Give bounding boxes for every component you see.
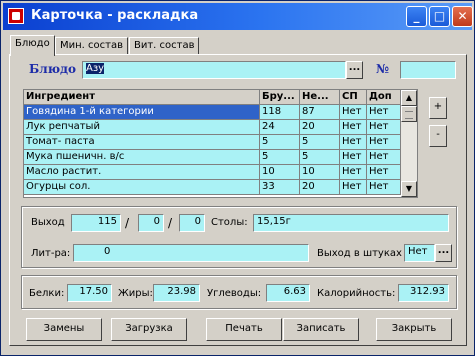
dish-input-value: Азу [86, 63, 105, 74]
fat-label: Жиры: [118, 288, 153, 299]
add-ingredient-button[interactable]: + [429, 97, 447, 119]
cell-ingredient[interactable]: Масло растит. [24, 165, 260, 180]
dish-browse-button[interactable]: ... [346, 61, 363, 79]
cell-gross[interactable]: 118 [260, 105, 300, 120]
dish-input[interactable]: Азу [82, 61, 346, 79]
output-label: Выход [31, 217, 65, 228]
maximize-icon: □ [433, 9, 446, 23]
pieces-browse-button[interactable]: ... [435, 244, 452, 262]
cell-sp[interactable]: Нет [340, 165, 367, 180]
tab-mineral-composition[interactable]: Мин. состав [55, 37, 128, 55]
chevron-down-icon: ▼ [405, 184, 413, 193]
cell-gross[interactable]: 5 [260, 150, 300, 165]
load-button[interactable]: Загрузка [111, 318, 187, 341]
col-header-extra[interactable]: Доп [367, 90, 401, 105]
cell-net[interactable]: 20 [300, 180, 340, 195]
cell-sp[interactable]: Нет [340, 135, 367, 150]
number-input[interactable] [400, 61, 456, 79]
cell-extra[interactable]: Нет [367, 135, 401, 150]
remove-ingredient-button[interactable]: - [429, 125, 447, 147]
cell-net[interactable]: 10 [300, 165, 340, 180]
output-separator: / [168, 216, 173, 230]
cell-net[interactable]: 5 [300, 135, 340, 150]
protein-label: Белки: [29, 288, 65, 299]
output-separator: / [125, 216, 130, 230]
maximize-button[interactable]: □ [429, 6, 450, 27]
cell-extra[interactable]: Нет [367, 120, 401, 135]
dish-label: Блюдо [29, 62, 77, 76]
tab-dish[interactable]: Блюдо [10, 35, 55, 56]
minimize-icon: _ [413, 9, 420, 23]
col-header-sp[interactable]: СП [340, 90, 367, 105]
scroll-thumb[interactable] [401, 106, 417, 122]
output-value-1[interactable]: 115 [71, 214, 121, 232]
cell-sp[interactable]: Нет [340, 150, 367, 165]
col-header-gross[interactable]: Бру... [260, 90, 300, 105]
cell-net[interactable]: 5 [300, 150, 340, 165]
cell-ingredient[interactable]: Огурцы сол. [24, 180, 260, 195]
carbs-label: Углеводы: [207, 288, 262, 299]
stoly-input[interactable]: 15,15г [253, 214, 449, 232]
cell-extra[interactable]: Нет [367, 105, 401, 120]
window-title: Карточка - раскладка [31, 8, 199, 23]
carbs-value: 6.63 [266, 284, 310, 302]
kcal-label: Калорийность: [317, 288, 396, 299]
fat-value: 23.98 [153, 284, 200, 302]
replace-button[interactable]: Замены [26, 318, 102, 341]
col-header-net[interactable]: Не... [300, 90, 340, 105]
table-scrollbar[interactable]: ▲ ▼ [401, 90, 417, 197]
kcal-value: 312.93 [398, 284, 449, 302]
cell-sp[interactable]: Нет [340, 120, 367, 135]
close-icon: ✕ [457, 9, 468, 23]
cell-ingredient[interactable]: Мука пшеничн. в/с [24, 150, 260, 165]
cell-ingredient[interactable]: Говядина 1-й категории [24, 105, 260, 120]
close-button[interactable]: Закрыть [376, 318, 452, 341]
cell-sp[interactable]: Нет [340, 180, 367, 195]
recipe-card-window: Карточка - раскладка _ □ ✕ Блюдо Мин. со… [0, 0, 475, 356]
output-value-3[interactable]: 0 [179, 214, 205, 232]
cell-ingredient[interactable]: Томат- паста [24, 135, 260, 150]
cell-ingredient[interactable]: Лук репчатый [24, 120, 260, 135]
title-bar[interactable]: Карточка - раскладка _ □ ✕ [3, 3, 473, 30]
cell-gross[interactable]: 33 [260, 180, 300, 195]
cell-gross[interactable]: 5 [260, 135, 300, 150]
pieces-input[interactable]: Нет [404, 244, 435, 262]
close-window-button[interactable]: ✕ [452, 6, 473, 27]
scroll-down-button[interactable]: ▼ [401, 181, 417, 197]
litra-input[interactable]: 0 [73, 244, 309, 262]
tab-vitamin-composition[interactable]: Вит. состав [129, 37, 199, 55]
cell-gross[interactable]: 10 [260, 165, 300, 180]
minimize-button[interactable]: _ [406, 6, 427, 27]
pieces-label: Выход в штуках [317, 248, 402, 259]
cell-gross[interactable]: 24 [260, 120, 300, 135]
ingredients-table[interactable]: Ингредиент Бру... Не... СП Доп Говядина … [23, 89, 418, 198]
stoly-label: Столы: [211, 217, 248, 228]
number-label: № [376, 62, 390, 76]
protein-value: 17.50 [67, 284, 112, 302]
app-icon [8, 8, 24, 24]
cell-extra[interactable]: Нет [367, 180, 401, 195]
chevron-up-icon: ▲ [405, 93, 413, 102]
litra-label: Лит-ра: [31, 248, 71, 259]
save-button[interactable]: Записать [283, 318, 359, 341]
print-button[interactable]: Печать [206, 318, 282, 341]
cell-net[interactable]: 20 [300, 120, 340, 135]
cell-sp[interactable]: Нет [340, 105, 367, 120]
cell-net[interactable]: 87 [300, 105, 340, 120]
col-header-ingredient[interactable]: Ингредиент [24, 90, 260, 105]
output-value-2[interactable]: 0 [138, 214, 164, 232]
cell-extra[interactable]: Нет [367, 165, 401, 180]
cell-extra[interactable]: Нет [367, 150, 401, 165]
scroll-up-button[interactable]: ▲ [401, 90, 417, 106]
